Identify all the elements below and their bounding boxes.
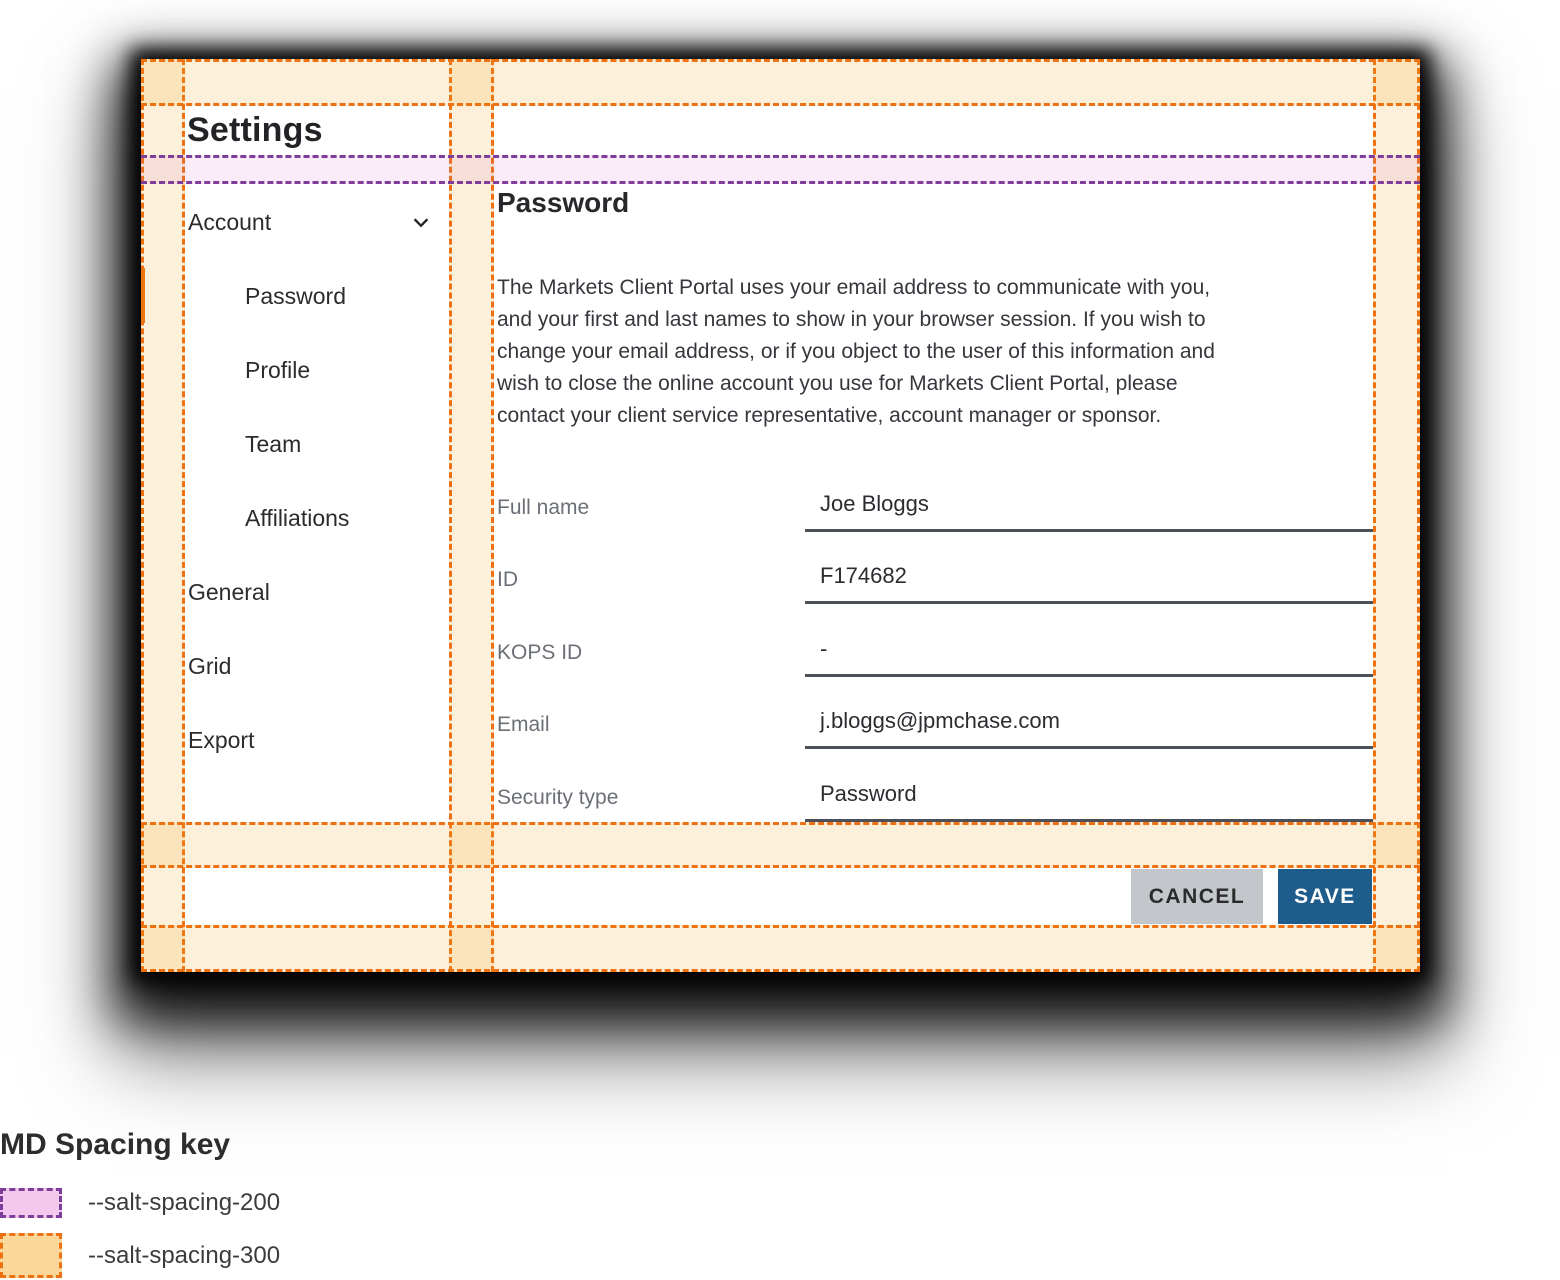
intro-paragraph: The Markets Client Portal uses your emai… <box>497 272 1381 432</box>
paragraph-line: wish to close the online account you use… <box>497 368 1381 400</box>
legend-heading: MD Spacing key <box>0 1128 520 1162</box>
form-row-security-type: Security type Password <box>497 749 1373 822</box>
panel-heading: Password <box>497 187 629 219</box>
sidebar-item-affiliations[interactable]: Affiliations <box>185 481 449 555</box>
field-label: Security type <box>497 786 805 822</box>
spacing-300-swatch <box>0 1233 62 1278</box>
legend-label: --salt-spacing-300 <box>88 1242 280 1270</box>
sidebar-item-label: Password <box>245 283 346 310</box>
save-button[interactable]: SAVE <box>1278 869 1372 924</box>
spacing-200-swatch <box>0 1188 62 1218</box>
spacing-guide-top-band <box>141 59 1420 106</box>
spacing-guide-left-strip <box>141 59 185 972</box>
legend-label: --salt-spacing-200 <box>88 1189 280 1217</box>
sidebar-item-account[interactable]: Account <box>185 185 449 259</box>
spacing-guide-pink-band <box>141 155 1420 184</box>
sidebar-item-profile[interactable]: Profile <box>185 333 449 407</box>
cancel-button[interactable]: CANCEL <box>1131 869 1263 924</box>
email-field[interactable]: j.bloggs@jpmchase.com <box>805 708 1373 749</box>
sidebar-item-label: Grid <box>188 653 231 680</box>
sidebar-item-label: Affiliations <box>245 505 349 532</box>
spacing-guide-mid-band <box>141 822 1420 868</box>
spacing-guide-bottom-band <box>141 925 1420 972</box>
kops-id-field[interactable]: - <box>805 636 1373 677</box>
settings-dialog: Settings Account Password Profile Team A… <box>141 59 1420 972</box>
spacing-guide-right-strip <box>1373 59 1420 972</box>
field-label: Full name <box>497 496 805 532</box>
canvas: Settings Account Password Profile Team A… <box>0 0 1560 1280</box>
field-label: KOPS ID <box>497 641 805 677</box>
form-row-kops-id: KOPS ID - <box>497 604 1373 677</box>
paragraph-line: change your email address, or if you obj… <box>497 336 1381 368</box>
spacing-guide-gutter-strip <box>449 59 494 972</box>
sidebar-item-general[interactable]: General <box>185 555 449 629</box>
form-row-email: Email j.bloggs@jpmchase.com <box>497 677 1373 750</box>
account-form: Full name Joe Bloggs ID F174682 KOPS ID … <box>497 459 1373 822</box>
legend-item-spacing-200: --salt-spacing-200 <box>0 1188 280 1218</box>
legend-item-spacing-300: --salt-spacing-300 <box>0 1233 280 1278</box>
paragraph-line: The Markets Client Portal uses your emai… <box>497 272 1381 304</box>
id-field[interactable]: F174682 <box>805 563 1373 604</box>
sidebar-item-team[interactable]: Team <box>185 407 449 481</box>
sidebar-item-export[interactable]: Export <box>185 703 449 777</box>
sidebar-item-label: Export <box>188 727 254 754</box>
chevron-down-icon <box>409 210 433 234</box>
settings-sidebar: Account Password Profile Team Affiliatio… <box>185 185 449 777</box>
dialog-title: Settings <box>187 106 323 155</box>
paragraph-line: contact your client service representati… <box>497 400 1381 432</box>
sidebar-item-grid[interactable]: Grid <box>185 629 449 703</box>
field-label: ID <box>497 568 805 604</box>
sidebar-item-label: Profile <box>245 357 310 384</box>
form-row-full-name: Full name Joe Bloggs <box>497 459 1373 532</box>
sidebar-item-password[interactable]: Password <box>185 259 449 333</box>
sidebar-item-label: Account <box>188 209 271 236</box>
field-label: Email <box>497 713 805 749</box>
spacing-key-legend: MD Spacing key --salt-spacing-200 --salt… <box>0 1128 520 1162</box>
paragraph-line: and your first and last names to show in… <box>497 304 1381 336</box>
active-item-indicator <box>141 268 145 323</box>
sidebar-item-label: General <box>188 579 270 606</box>
form-row-id: ID F174682 <box>497 532 1373 605</box>
sidebar-item-label: Team <box>245 431 301 458</box>
full-name-field[interactable]: Joe Bloggs <box>805 491 1373 532</box>
security-type-field[interactable]: Password <box>805 781 1373 822</box>
